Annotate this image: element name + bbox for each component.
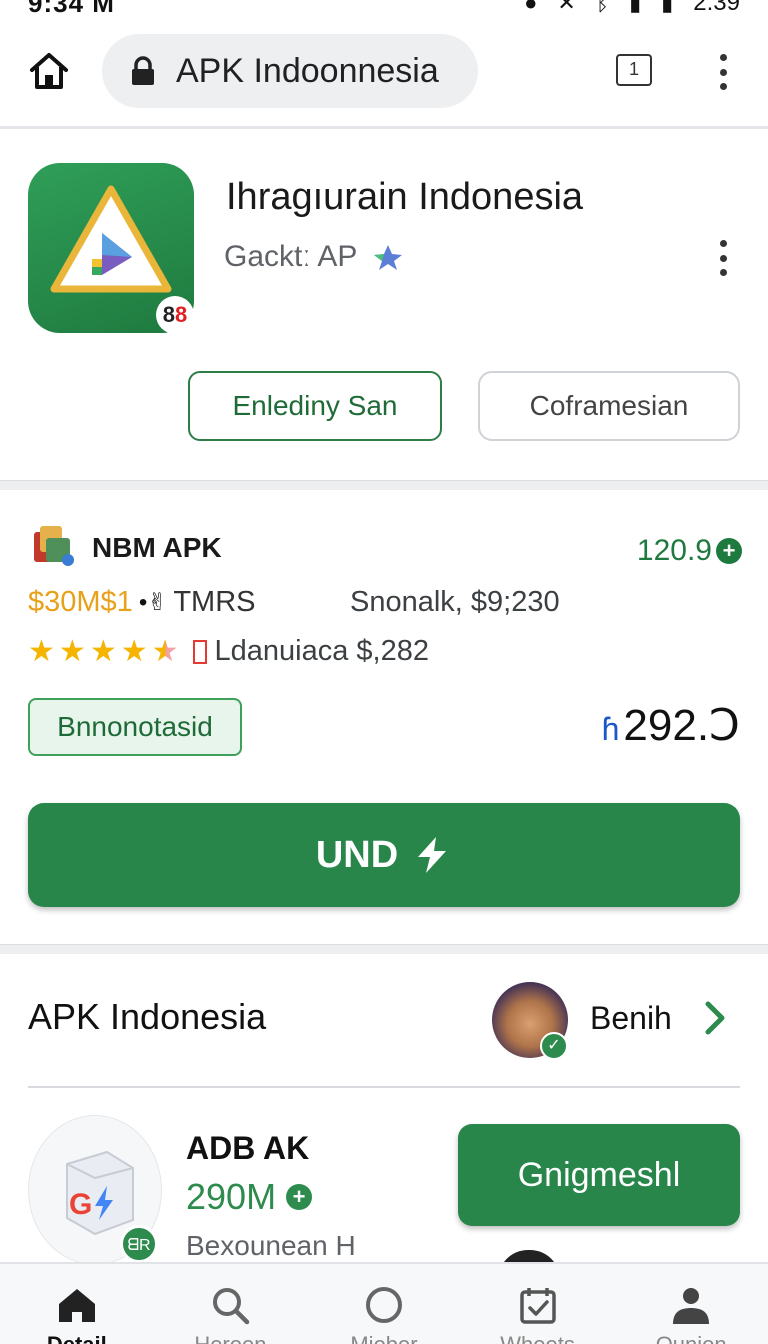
- app-title: Ihragıurain Indonesia: [226, 176, 584, 218]
- status-bar: 9:34 M ● ✕ ᛒ ▮ ▮ 2:39: [0, 0, 768, 24]
- star-rating: ★ ★ ★ ★ ★ Ldanuiaca $,282: [28, 634, 429, 669]
- category-tag[interactable]: Bnnonotasid: [28, 698, 242, 756]
- primary-outline-button[interactable]: Enlediny San: [188, 371, 442, 441]
- app-overflow-menu[interactable]: [716, 240, 730, 276]
- browser-menu-button[interactable]: [716, 54, 730, 90]
- app-developer-text: Gacktː AP: [224, 240, 358, 273]
- list-item-title: ADB AK: [186, 1130, 310, 1166]
- browser-toolbar: APK Indoonnesia 1: [0, 30, 768, 114]
- status-clock-right: 2:39: [693, 0, 740, 16]
- hand-icon: •✌: [138, 589, 168, 616]
- nav-label: Wheets: [500, 1332, 575, 1344]
- person-icon: [673, 1288, 710, 1324]
- flag-icon: [192, 639, 207, 664]
- nav-label: Detail: [47, 1332, 107, 1344]
- tabs-button[interactable]: 1: [616, 54, 652, 86]
- list-heading: APK Indonesia: [28, 996, 267, 1037]
- dot-icon: [719, 240, 727, 247]
- app-badge-digit: 8: [162, 302, 175, 327]
- home-icon: [58, 1289, 95, 1322]
- toolbar-divider: [0, 126, 768, 129]
- mute-icon: ✕: [557, 0, 576, 15]
- status-carrier-mark: M: [92, 0, 115, 18]
- card-title: NBM APK: [92, 532, 222, 563]
- app-age-badge: 88: [156, 296, 194, 334]
- nav-item-search[interactable]: Heroen: [154, 1264, 308, 1344]
- chevron-right-icon[interactable]: [700, 998, 730, 1038]
- section-divider: [0, 944, 768, 954]
- price-gold: $30M$1: [28, 586, 133, 618]
- nav-item-calendar[interactable]: Wheets: [461, 1264, 615, 1344]
- big-stat-prefix: ɦ: [601, 711, 620, 747]
- rating-text: Ldanuiaca $,282: [214, 635, 430, 667]
- verified-check-icon: ✓: [540, 1032, 568, 1060]
- list-item-badge: ᗺR: [120, 1225, 158, 1263]
- price-mid: TMRS: [173, 586, 256, 618]
- status-time: 9:34 M: [28, 0, 115, 16]
- big-stat: ɦ 292.Ↄ: [602, 700, 740, 751]
- star-icon: ★: [89, 635, 117, 668]
- dot-icon: [719, 269, 727, 276]
- nav-label: Heroen: [194, 1332, 266, 1344]
- url-text: APK Indoonnesia: [176, 51, 439, 90]
- price-line: $30M$1 •✌ TMRS: [28, 586, 256, 619]
- secondary-outline-button[interactable]: Coframesian: [478, 371, 740, 441]
- status-icons: ● ✕ ᛒ ▮ ▮ 2:39: [524, 0, 740, 16]
- star-icon: ★: [120, 635, 148, 668]
- dot-icon: [719, 54, 727, 61]
- apk-package-icon: [34, 526, 74, 566]
- star-icon: ★: [28, 635, 55, 668]
- bottom-navigation: Detail Heroen Mieber Wheets Ounion: [0, 1262, 768, 1344]
- bluetooth-icon: ᛒ: [595, 0, 610, 15]
- nav-label: Ounion: [656, 1332, 727, 1344]
- star-icon: ★: [58, 635, 86, 668]
- battery-icon: ▮: [661, 0, 674, 15]
- rating-value-text: 120.9: [636, 534, 712, 567]
- plus-circle-icon: +: [716, 538, 742, 564]
- nav-item-profile[interactable]: Ounion: [614, 1264, 768, 1344]
- app-developer: Gacktː AP: [224, 240, 405, 274]
- lightning-icon: [418, 837, 447, 873]
- lock-icon: [132, 56, 154, 85]
- nav-label: Mieber: [350, 1332, 417, 1344]
- list-item-size: 290M +: [186, 1176, 313, 1218]
- section-divider: [0, 480, 768, 490]
- big-stat-value: 292.Ↄ: [623, 701, 740, 750]
- address-bar[interactable]: APK Indoonnesia: [102, 34, 478, 108]
- list-item-size-text: 290M: [186, 1176, 277, 1217]
- plus-circle-icon: +: [286, 1184, 313, 1210]
- sparkle-star-icon: [374, 245, 403, 270]
- list-item-action-button[interactable]: Gnigmeshl: [458, 1124, 740, 1226]
- status-time-text: 9:34: [28, 0, 85, 18]
- price-right: Snonalk, $9;230: [350, 586, 560, 618]
- signal-icon: ▮: [629, 0, 642, 15]
- dot-icon: [719, 83, 727, 90]
- download-button[interactable]: UND: [28, 803, 740, 907]
- headset-icon: ●: [524, 0, 538, 15]
- nav-item-circle[interactable]: Mieber: [307, 1264, 461, 1344]
- svg-text:G: G: [69, 1188, 92, 1221]
- list-item-desc: Bexounean H: [186, 1230, 356, 1261]
- circle-icon: [365, 1287, 402, 1323]
- home-icon: [30, 53, 68, 89]
- card-rating-value: 120.9 +: [637, 534, 742, 568]
- calendar-check-icon: [519, 1288, 556, 1324]
- half-star-icon: ★: [151, 635, 179, 668]
- user-name[interactable]: Benih: [590, 1000, 672, 1037]
- avatar[interactable]: ✓: [492, 982, 568, 1060]
- search-icon: [213, 1288, 250, 1325]
- dot-icon: [719, 254, 727, 262]
- browser-home-button[interactable]: [28, 50, 70, 92]
- dot-icon: [719, 68, 727, 76]
- download-button-label: UND: [315, 833, 399, 876]
- list-divider: [28, 1086, 740, 1088]
- app-badge-red-digit: 8: [175, 302, 188, 327]
- nav-item-detail[interactable]: Detail: [0, 1264, 154, 1344]
